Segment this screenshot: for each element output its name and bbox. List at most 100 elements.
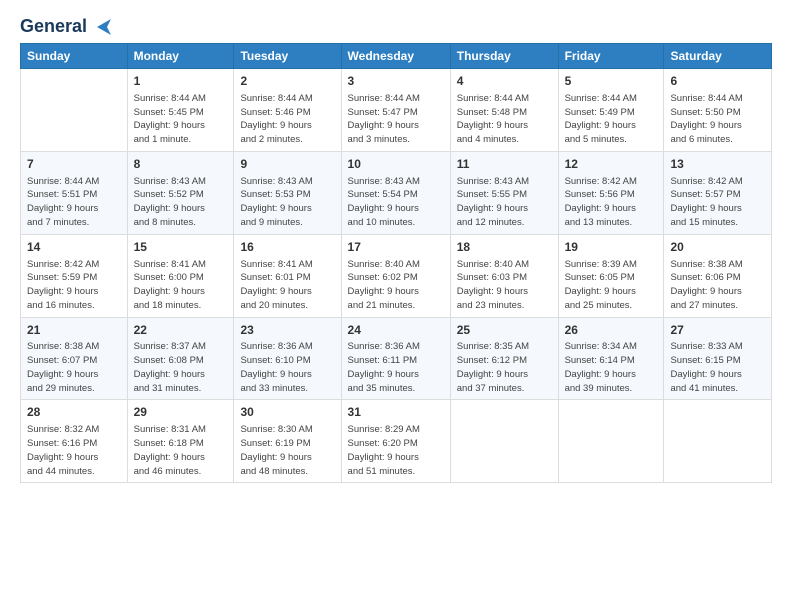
day-number: 28 [27,404,121,421]
logo: General [20,16,111,33]
calendar-cell: 1 Sunrise: 8:44 AMSunset: 5:45 PMDaylight… [127,69,234,152]
calendar-cell: 4 Sunrise: 8:44 AMSunset: 5:48 PMDaylight… [450,69,558,152]
calendar-cell [450,400,558,483]
day-detail: Sunrise: 8:42 AMSunset: 5:59 PMDaylight:… [27,258,121,313]
day-detail: Sunrise: 8:40 AMSunset: 6:03 PMDaylight:… [457,258,552,313]
logo-text-general: General [20,16,87,37]
day-detail: Sunrise: 8:30 AMSunset: 6:19 PMDaylight:… [240,423,334,478]
calendar-cell: 27Sunrise: 8:33 AMSunset: 6:15 PMDayligh… [664,317,772,400]
day-detail: Sunrise: 8:32 AMSunset: 6:16 PMDaylight:… [27,423,121,478]
week-row-5: 28 Sunrise: 8:32 AMSunset: 6:16 PMDayligh… [21,400,772,483]
calendar-cell: 10 Sunrise: 8:43 AMSunset: 5:54 PMDayligh… [341,151,450,234]
calendar-cell: 28 Sunrise: 8:32 AMSunset: 6:16 PMDayligh… [21,400,128,483]
day-number: 20 [670,239,765,256]
day-number: 11 [457,156,552,173]
day-number: 8 [134,156,228,173]
day-detail: Sunrise: 8:44 AMSunset: 5:45 PMDaylight:… [134,92,228,147]
day-detail: Sunrise: 8:31 AMSunset: 6:18 PMDaylight:… [134,423,228,478]
day-detail: Sunrise: 8:35 AMSunset: 6:12 PMDaylight:… [457,340,552,395]
day-detail: Sunrise: 8:44 AMSunset: 5:47 PMDaylight:… [348,92,444,147]
day-detail: Sunrise: 8:40 AMSunset: 6:02 PMDaylight:… [348,258,444,313]
calendar-cell: 31 Sunrise: 8:29 AMSunset: 6:20 PMDayligh… [341,400,450,483]
calendar-cell: 14Sunrise: 8:42 AMSunset: 5:59 PMDayligh… [21,234,128,317]
calendar-cell [21,69,128,152]
calendar-cell: 11Sunrise: 8:43 AMSunset: 5:55 PMDayligh… [450,151,558,234]
day-number: 24 [348,322,444,339]
calendar-cell: 17 Sunrise: 8:40 AMSunset: 6:02 PMDayligh… [341,234,450,317]
week-row-4: 21Sunrise: 8:38 AMSunset: 6:07 PMDayligh… [21,317,772,400]
calendar-body: 1 Sunrise: 8:44 AMSunset: 5:45 PMDaylight… [21,69,772,483]
day-detail: Sunrise: 8:43 AMSunset: 5:53 PMDaylight:… [240,175,334,230]
day-detail: Sunrise: 8:41 AMSunset: 6:01 PMDaylight:… [240,258,334,313]
day-detail: Sunrise: 8:44 AMSunset: 5:50 PMDaylight:… [670,92,765,147]
calendar-cell: 22Sunrise: 8:37 AMSunset: 6:08 PMDayligh… [127,317,234,400]
day-detail: Sunrise: 8:44 AMSunset: 5:46 PMDaylight:… [240,92,334,147]
week-row-1: 1 Sunrise: 8:44 AMSunset: 5:45 PMDaylight… [21,69,772,152]
day-number: 12 [565,156,658,173]
header-cell-monday: Monday [127,44,234,69]
calendar-cell: 13 Sunrise: 8:42 AMSunset: 5:57 PMDayligh… [664,151,772,234]
page: General SundayMondayTuesdayWednesdayThur… [0,0,792,612]
calendar-cell: 2Sunrise: 8:44 AMSunset: 5:46 PMDaylight… [234,69,341,152]
calendar-cell: 20Sunrise: 8:38 AMSunset: 6:06 PMDayligh… [664,234,772,317]
calendar-cell: 12 Sunrise: 8:42 AMSunset: 5:56 PMDayligh… [558,151,664,234]
day-number: 21 [27,322,121,339]
day-number: 26 [565,322,658,339]
calendar-cell: 5Sunrise: 8:44 AMSunset: 5:49 PMDaylight… [558,69,664,152]
day-detail: Sunrise: 8:38 AMSunset: 6:07 PMDaylight:… [27,340,121,395]
calendar-cell: 25Sunrise: 8:35 AMSunset: 6:12 PMDayligh… [450,317,558,400]
day-detail: Sunrise: 8:41 AMSunset: 6:00 PMDaylight:… [134,258,228,313]
day-number: 13 [670,156,765,173]
header-cell-friday: Friday [558,44,664,69]
day-number: 31 [348,404,444,421]
day-number: 4 [457,73,552,90]
header-cell-tuesday: Tuesday [234,44,341,69]
day-number: 18 [457,239,552,256]
day-detail: Sunrise: 8:42 AMSunset: 5:56 PMDaylight:… [565,175,658,230]
day-detail: Sunrise: 8:37 AMSunset: 6:08 PMDaylight:… [134,340,228,395]
calendar-cell: 3 Sunrise: 8:44 AMSunset: 5:47 PMDaylight… [341,69,450,152]
day-number: 27 [670,322,765,339]
day-number: 19 [565,239,658,256]
header-cell-saturday: Saturday [664,44,772,69]
calendar-cell: 18 Sunrise: 8:40 AMSunset: 6:03 PMDayligh… [450,234,558,317]
week-row-2: 7Sunrise: 8:44 AMSunset: 5:51 PMDaylight… [21,151,772,234]
calendar-table: SundayMondayTuesdayWednesdayThursdayFrid… [20,43,772,483]
day-number: 3 [348,73,444,90]
day-detail: Sunrise: 8:29 AMSunset: 6:20 PMDaylight:… [348,423,444,478]
calendar-cell: 16Sunrise: 8:41 AMSunset: 6:01 PMDayligh… [234,234,341,317]
calendar-cell: 30Sunrise: 8:30 AMSunset: 6:19 PMDayligh… [234,400,341,483]
calendar-header: SundayMondayTuesdayWednesdayThursdayFrid… [21,44,772,69]
day-detail: Sunrise: 8:42 AMSunset: 5:57 PMDaylight:… [670,175,765,230]
calendar-cell: 24Sunrise: 8:36 AMSunset: 6:11 PMDayligh… [341,317,450,400]
day-number: 1 [134,73,228,90]
logo-bird-icon [89,19,111,35]
day-number: 9 [240,156,334,173]
calendar-cell: 29 Sunrise: 8:31 AMSunset: 6:18 PMDayligh… [127,400,234,483]
day-number: 6 [670,73,765,90]
day-number: 7 [27,156,121,173]
day-number: 23 [240,322,334,339]
day-detail: Sunrise: 8:44 AMSunset: 5:48 PMDaylight:… [457,92,552,147]
calendar-cell: 15 Sunrise: 8:41 AMSunset: 6:00 PMDayligh… [127,234,234,317]
calendar-cell: 23Sunrise: 8:36 AMSunset: 6:10 PMDayligh… [234,317,341,400]
day-detail: Sunrise: 8:33 AMSunset: 6:15 PMDaylight:… [670,340,765,395]
day-number: 29 [134,404,228,421]
day-number: 25 [457,322,552,339]
day-number: 17 [348,239,444,256]
day-detail: Sunrise: 8:43 AMSunset: 5:54 PMDaylight:… [348,175,444,230]
calendar-cell: 26Sunrise: 8:34 AMSunset: 6:14 PMDayligh… [558,317,664,400]
day-number: 5 [565,73,658,90]
day-number: 15 [134,239,228,256]
day-detail: Sunrise: 8:36 AMSunset: 6:10 PMDaylight:… [240,340,334,395]
calendar-cell: 21Sunrise: 8:38 AMSunset: 6:07 PMDayligh… [21,317,128,400]
day-detail: Sunrise: 8:34 AMSunset: 6:14 PMDaylight:… [565,340,658,395]
day-detail: Sunrise: 8:43 AMSunset: 5:52 PMDaylight:… [134,175,228,230]
calendar-cell: 19Sunrise: 8:39 AMSunset: 6:05 PMDayligh… [558,234,664,317]
day-number: 22 [134,322,228,339]
header-cell-thursday: Thursday [450,44,558,69]
header-cell-sunday: Sunday [21,44,128,69]
day-number: 10 [348,156,444,173]
calendar-cell: 9 Sunrise: 8:43 AMSunset: 5:53 PMDaylight… [234,151,341,234]
day-detail: Sunrise: 8:36 AMSunset: 6:11 PMDaylight:… [348,340,444,395]
